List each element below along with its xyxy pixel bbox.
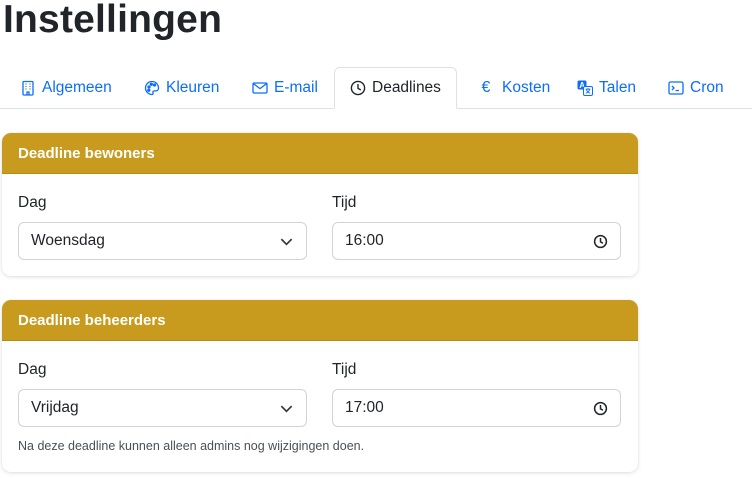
tab-kleuren[interactable]: Kleuren (144, 67, 219, 109)
day-select[interactable]: Vrijdag (18, 389, 307, 427)
settings-tabs: Algemeen Kleuren E-mail Deadlines € Kost… (0, 67, 752, 109)
day-select-value: Woensdag (31, 232, 105, 249)
euro-icon: € (481, 79, 491, 96)
time-input[interactable]: 17:00 (332, 389, 621, 427)
time-input-value: 17:00 (345, 399, 384, 416)
clock-icon (350, 80, 366, 96)
tab-label: Deadlines (372, 79, 441, 96)
palette-icon (144, 80, 160, 96)
help-text: Na deze deadline kunnen alleen admins no… (18, 439, 365, 453)
translate-icon: A (577, 80, 593, 96)
day-select[interactable]: Woensdag (18, 222, 307, 260)
tab-kosten[interactable]: € Kosten (478, 67, 551, 109)
card-header: Deadline bewoners (2, 133, 638, 174)
tab-talen[interactable]: A Talen (577, 67, 636, 109)
day-select-value: Vrijdag (31, 399, 79, 416)
time-label: Tijd (332, 194, 357, 211)
tab-cron[interactable]: Cron (668, 67, 724, 109)
time-label: Tijd (332, 361, 357, 378)
time-input-value: 16:00 (345, 232, 384, 249)
time-input[interactable]: 16:00 (332, 222, 621, 260)
clock-icon[interactable] (593, 401, 608, 416)
day-label: Dag (18, 194, 47, 211)
envelope-icon (252, 80, 268, 96)
chevron-down-icon (280, 405, 293, 413)
tab-deadlines[interactable]: Deadlines (334, 67, 457, 109)
tab-email[interactable]: E-mail (252, 67, 318, 109)
chevron-down-icon (280, 238, 293, 246)
tab-label: Talen (599, 79, 637, 96)
deadline-bewoners-card: Deadline bewoners Dag Woensdag Tijd 16:0… (2, 133, 638, 276)
tab-label: Kosten (502, 79, 551, 96)
tab-label: Algemeen (42, 79, 112, 96)
tab-label: Cron (690, 79, 724, 96)
tab-label: Kleuren (166, 79, 220, 96)
terminal-icon (668, 80, 684, 96)
tab-algemeen[interactable]: Algemeen (20, 67, 112, 109)
building-icon (20, 80, 36, 96)
clock-icon[interactable] (593, 234, 608, 249)
tab-label: E-mail (274, 79, 318, 96)
card-header: Deadline beheerders (2, 300, 638, 341)
day-label: Dag (18, 361, 47, 378)
page-title: Instellingen (3, 0, 223, 41)
deadline-beheerders-card: Deadline beheerders Dag Vrijdag Tijd 17:… (2, 300, 638, 472)
